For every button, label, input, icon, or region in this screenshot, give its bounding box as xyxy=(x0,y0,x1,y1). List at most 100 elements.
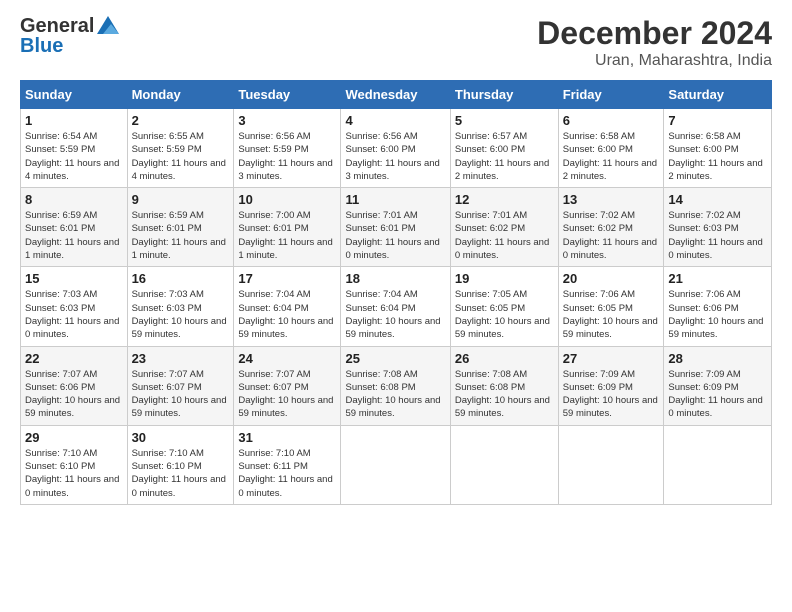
calendar-day-cell: 1 Sunrise: 6:54 AMSunset: 5:59 PMDayligh… xyxy=(21,109,128,188)
day-info: Sunrise: 6:56 AMSunset: 6:00 PMDaylight:… xyxy=(345,130,445,183)
day-number: 13 xyxy=(563,192,660,207)
empty-cell xyxy=(664,425,772,504)
logo-text: General xyxy=(20,15,119,37)
calendar-day-cell: 9 Sunrise: 6:59 AMSunset: 6:01 PMDayligh… xyxy=(127,188,234,267)
calendar-day-cell: 8 Sunrise: 6:59 AMSunset: 6:01 PMDayligh… xyxy=(21,188,128,267)
calendar-day-cell: 17 Sunrise: 7:04 AMSunset: 6:04 PMDaylig… xyxy=(234,267,341,346)
day-number: 31 xyxy=(238,430,336,445)
calendar-day-cell: 5 Sunrise: 6:57 AMSunset: 6:00 PMDayligh… xyxy=(450,109,558,188)
day-info: Sunrise: 7:09 AMSunset: 6:09 PMDaylight:… xyxy=(563,368,660,421)
day-info: Sunrise: 6:55 AMSunset: 5:59 PMDaylight:… xyxy=(132,130,230,183)
day-number: 1 xyxy=(25,113,123,128)
day-number: 21 xyxy=(668,271,767,286)
calendar-day-cell: 7 Sunrise: 6:58 AMSunset: 6:00 PMDayligh… xyxy=(664,109,772,188)
day-number: 12 xyxy=(455,192,554,207)
calendar-day-cell: 15 Sunrise: 7:03 AMSunset: 6:03 PMDaylig… xyxy=(21,267,128,346)
col-tuesday: Tuesday xyxy=(234,81,341,109)
day-number: 20 xyxy=(563,271,660,286)
day-number: 27 xyxy=(563,351,660,366)
day-info: Sunrise: 7:01 AMSunset: 6:01 PMDaylight:… xyxy=(345,209,445,262)
day-info: Sunrise: 6:57 AMSunset: 6:00 PMDaylight:… xyxy=(455,130,554,183)
calendar-header: Sunday Monday Tuesday Wednesday Thursday… xyxy=(21,81,772,109)
day-number: 8 xyxy=(25,192,123,207)
title-block: December 2024 Uran, Maharashtra, India xyxy=(537,15,772,70)
day-info: Sunrise: 7:08 AMSunset: 6:08 PMDaylight:… xyxy=(345,368,445,421)
day-number: 28 xyxy=(668,351,767,366)
day-number: 14 xyxy=(668,192,767,207)
day-info: Sunrise: 7:07 AMSunset: 6:07 PMDaylight:… xyxy=(132,368,230,421)
calendar-row: 22 Sunrise: 7:07 AMSunset: 6:06 PMDaylig… xyxy=(21,346,772,425)
day-info: Sunrise: 7:10 AMSunset: 6:11 PMDaylight:… xyxy=(238,447,336,500)
calendar-title: December 2024 xyxy=(537,15,772,52)
day-number: 15 xyxy=(25,271,123,286)
day-number: 11 xyxy=(345,192,445,207)
day-number: 6 xyxy=(563,113,660,128)
day-info: Sunrise: 7:07 AMSunset: 6:06 PMDaylight:… xyxy=(25,368,123,421)
calendar-day-cell: 14 Sunrise: 7:02 AMSunset: 6:03 PMDaylig… xyxy=(664,188,772,267)
day-info: Sunrise: 7:03 AMSunset: 6:03 PMDaylight:… xyxy=(132,288,230,341)
day-info: Sunrise: 7:06 AMSunset: 6:05 PMDaylight:… xyxy=(563,288,660,341)
day-info: Sunrise: 7:10 AMSunset: 6:10 PMDaylight:… xyxy=(132,447,230,500)
calendar-row: 15 Sunrise: 7:03 AMSunset: 6:03 PMDaylig… xyxy=(21,267,772,346)
calendar-day-cell: 16 Sunrise: 7:03 AMSunset: 6:03 PMDaylig… xyxy=(127,267,234,346)
calendar-day-cell: 4 Sunrise: 6:56 AMSunset: 6:00 PMDayligh… xyxy=(341,109,450,188)
day-info: Sunrise: 7:02 AMSunset: 6:03 PMDaylight:… xyxy=(668,209,767,262)
day-info: Sunrise: 7:10 AMSunset: 6:10 PMDaylight:… xyxy=(25,447,123,500)
day-number: 25 xyxy=(345,351,445,366)
day-info: Sunrise: 6:58 AMSunset: 6:00 PMDaylight:… xyxy=(563,130,660,183)
logo-icon xyxy=(97,16,119,34)
empty-cell xyxy=(341,425,450,504)
calendar-day-cell: 30 Sunrise: 7:10 AMSunset: 6:10 PMDaylig… xyxy=(127,425,234,504)
day-number: 10 xyxy=(238,192,336,207)
calendar-day-cell: 11 Sunrise: 7:01 AMSunset: 6:01 PMDaylig… xyxy=(341,188,450,267)
day-number: 24 xyxy=(238,351,336,366)
page-header: General Blue December 2024 Uran, Maharas… xyxy=(20,15,772,70)
calendar-row: 1 Sunrise: 6:54 AMSunset: 5:59 PMDayligh… xyxy=(21,109,772,188)
day-info: Sunrise: 7:04 AMSunset: 6:04 PMDaylight:… xyxy=(238,288,336,341)
day-number: 9 xyxy=(132,192,230,207)
calendar-table: Sunday Monday Tuesday Wednesday Thursday… xyxy=(20,80,772,505)
day-info: Sunrise: 6:59 AMSunset: 6:01 PMDaylight:… xyxy=(25,209,123,262)
logo: General Blue xyxy=(20,15,119,58)
calendar-day-cell: 2 Sunrise: 6:55 AMSunset: 5:59 PMDayligh… xyxy=(127,109,234,188)
calendar-body: 1 Sunrise: 6:54 AMSunset: 5:59 PMDayligh… xyxy=(21,109,772,505)
calendar-day-cell: 24 Sunrise: 7:07 AMSunset: 6:07 PMDaylig… xyxy=(234,346,341,425)
day-number: 5 xyxy=(455,113,554,128)
day-number: 16 xyxy=(132,271,230,286)
day-info: Sunrise: 6:54 AMSunset: 5:59 PMDaylight:… xyxy=(25,130,123,183)
calendar-day-cell: 27 Sunrise: 7:09 AMSunset: 6:09 PMDaylig… xyxy=(558,346,664,425)
col-sunday: Sunday xyxy=(21,81,128,109)
calendar-day-cell: 28 Sunrise: 7:09 AMSunset: 6:09 PMDaylig… xyxy=(664,346,772,425)
calendar-day-cell: 13 Sunrise: 7:02 AMSunset: 6:02 PMDaylig… xyxy=(558,188,664,267)
day-info: Sunrise: 7:03 AMSunset: 6:03 PMDaylight:… xyxy=(25,288,123,341)
calendar-day-cell: 18 Sunrise: 7:04 AMSunset: 6:04 PMDaylig… xyxy=(341,267,450,346)
calendar-day-cell: 22 Sunrise: 7:07 AMSunset: 6:06 PMDaylig… xyxy=(21,346,128,425)
day-number: 17 xyxy=(238,271,336,286)
day-number: 19 xyxy=(455,271,554,286)
calendar-day-cell: 6 Sunrise: 6:58 AMSunset: 6:00 PMDayligh… xyxy=(558,109,664,188)
day-info: Sunrise: 7:07 AMSunset: 6:07 PMDaylight:… xyxy=(238,368,336,421)
calendar-day-cell: 25 Sunrise: 7:08 AMSunset: 6:08 PMDaylig… xyxy=(341,346,450,425)
day-number: 3 xyxy=(238,113,336,128)
day-number: 22 xyxy=(25,351,123,366)
calendar-row: 8 Sunrise: 6:59 AMSunset: 6:01 PMDayligh… xyxy=(21,188,772,267)
calendar-day-cell: 29 Sunrise: 7:10 AMSunset: 6:10 PMDaylig… xyxy=(21,425,128,504)
day-info: Sunrise: 7:01 AMSunset: 6:02 PMDaylight:… xyxy=(455,209,554,262)
day-info: Sunrise: 7:06 AMSunset: 6:06 PMDaylight:… xyxy=(668,288,767,341)
day-info: Sunrise: 6:56 AMSunset: 5:59 PMDaylight:… xyxy=(238,130,336,183)
calendar-day-cell: 10 Sunrise: 7:00 AMSunset: 6:01 PMDaylig… xyxy=(234,188,341,267)
empty-cell xyxy=(450,425,558,504)
logo-blue: Blue xyxy=(20,35,119,58)
page-container: General Blue December 2024 Uran, Maharas… xyxy=(0,0,792,515)
calendar-day-cell: 12 Sunrise: 7:01 AMSunset: 6:02 PMDaylig… xyxy=(450,188,558,267)
col-saturday: Saturday xyxy=(664,81,772,109)
calendar-day-cell: 23 Sunrise: 7:07 AMSunset: 6:07 PMDaylig… xyxy=(127,346,234,425)
day-info: Sunrise: 7:05 AMSunset: 6:05 PMDaylight:… xyxy=(455,288,554,341)
calendar-day-cell: 20 Sunrise: 7:06 AMSunset: 6:05 PMDaylig… xyxy=(558,267,664,346)
day-info: Sunrise: 6:59 AMSunset: 6:01 PMDaylight:… xyxy=(132,209,230,262)
day-number: 29 xyxy=(25,430,123,445)
calendar-day-cell: 31 Sunrise: 7:10 AMSunset: 6:11 PMDaylig… xyxy=(234,425,341,504)
day-info: Sunrise: 7:04 AMSunset: 6:04 PMDaylight:… xyxy=(345,288,445,341)
day-number: 4 xyxy=(345,113,445,128)
calendar-day-cell: 21 Sunrise: 7:06 AMSunset: 6:06 PMDaylig… xyxy=(664,267,772,346)
